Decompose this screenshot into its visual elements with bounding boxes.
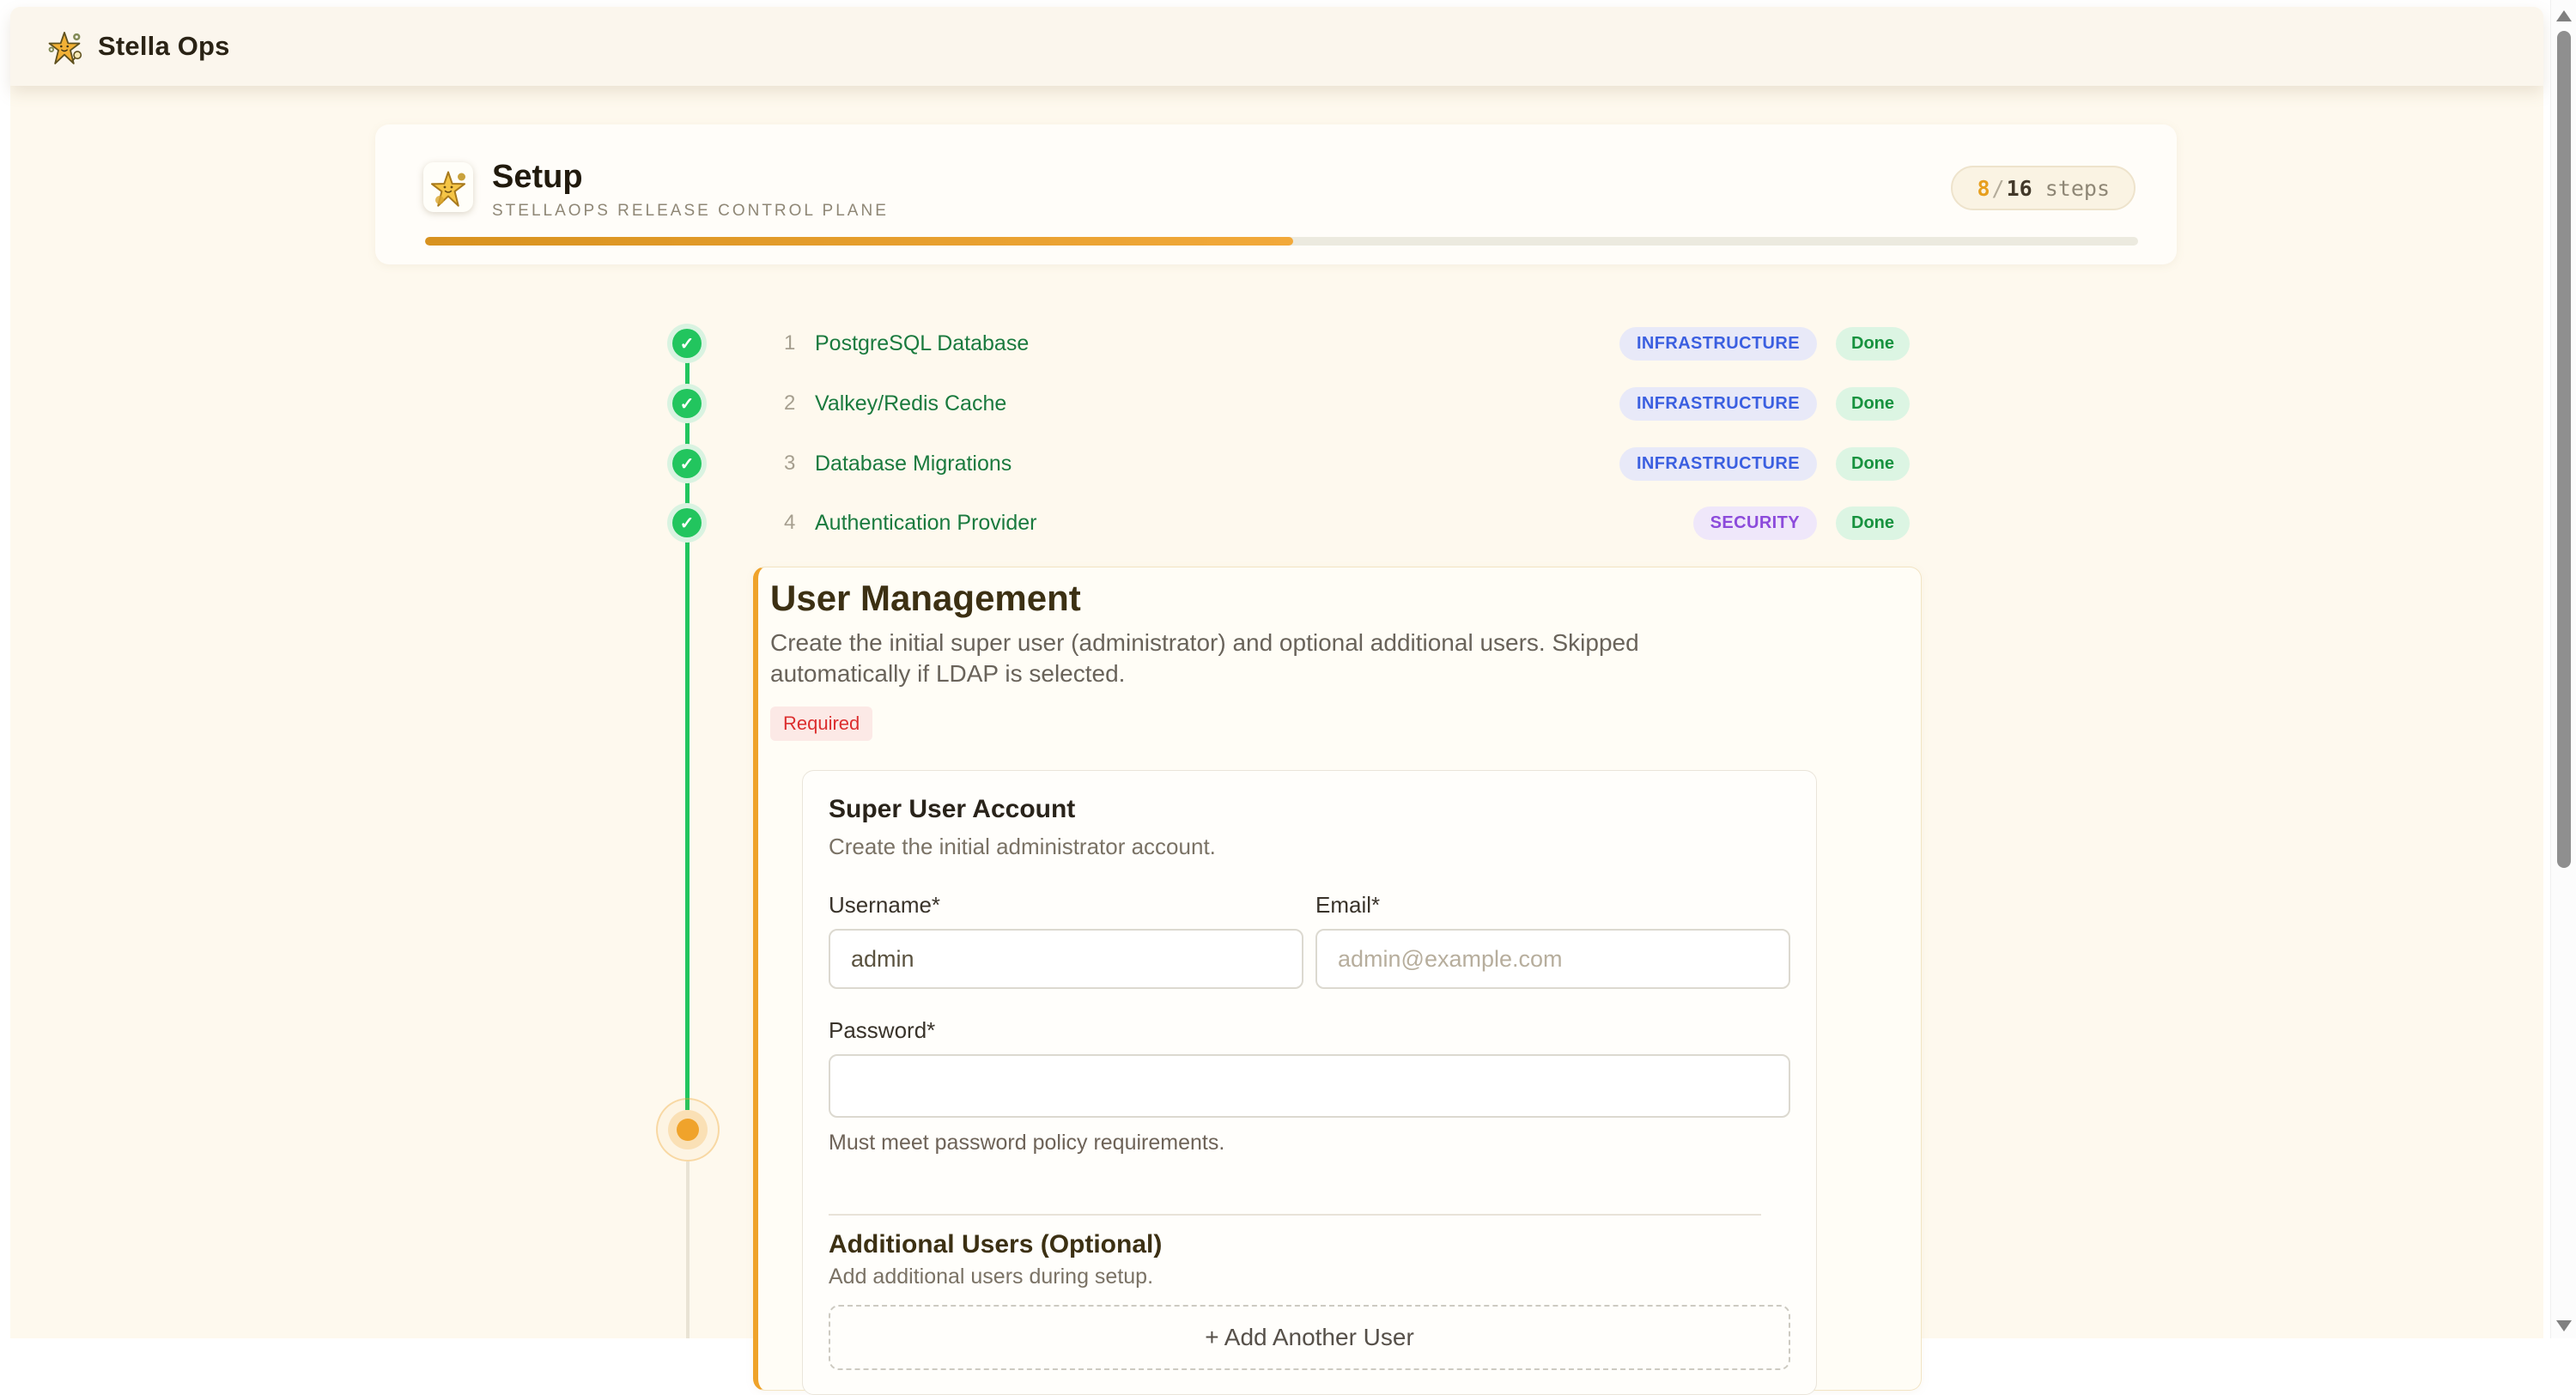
status-badge: Done: [1836, 506, 1910, 540]
username-label: Username*: [829, 891, 1303, 919]
current-step-description: Create the initial super user (administr…: [770, 628, 1771, 689]
section-divider: [829, 1214, 1761, 1216]
steps-separator: /: [1990, 176, 2007, 201]
scrollbar-down-arrow-icon[interactable]: [2556, 1320, 2572, 1331]
username-field[interactable]: [829, 929, 1303, 989]
category-badge: INFRASTRUCTURE: [1619, 387, 1817, 421]
step-title: PostgreSQL Database: [815, 331, 1029, 356]
setup-progress-bar: [425, 237, 2138, 246]
current-step-title: User Management: [770, 578, 1886, 619]
step-number: 3: [753, 452, 791, 476]
check-icon: ✓: [672, 449, 702, 478]
setup-progress-fill: [425, 237, 1293, 246]
additional-users-subheading: Add additional users during setup.: [829, 1264, 1790, 1289]
check-icon: ✓: [672, 508, 702, 537]
steps-done-count: 8: [1977, 176, 1990, 201]
category-badge: INFRASTRUCTURE: [1619, 447, 1817, 481]
step-number: 2: [753, 391, 791, 415]
additional-users-heading: Additional Users (Optional): [829, 1229, 1790, 1260]
step-row-db-migrations[interactable]: 3 Database Migrations INFRASTRUCTURE Don…: [753, 435, 1910, 492]
password-hint: Must meet password policy requirements.: [829, 1130, 1790, 1155]
step-title: Database Migrations: [815, 452, 1012, 476]
check-icon: ✓: [672, 329, 702, 358]
step-number: 4: [753, 511, 791, 535]
star-mascot-icon: [427, 166, 470, 209]
step-row-auth-provider[interactable]: 4 Authentication Provider SECURITY Done: [753, 494, 1910, 551]
steps-suffix: steps: [2032, 176, 2110, 201]
email-label: Email*: [1315, 891, 1790, 919]
step-title: Authentication Provider: [815, 511, 1036, 536]
status-badge: Done: [1836, 447, 1910, 481]
step-row-valkey-redis[interactable]: 2 Valkey/Redis Cache INFRASTRUCTURE Done: [753, 375, 1910, 432]
add-another-user-button[interactable]: + Add Another User: [829, 1305, 1790, 1370]
top-navigation-bar: Stella Ops: [10, 7, 2543, 86]
vertical-scrollbar: [2550, 0, 2576, 1338]
status-badge: Done: [1836, 387, 1910, 421]
step-number: 1: [753, 331, 791, 355]
check-icon: ✓: [672, 389, 702, 418]
required-badge: Required: [770, 707, 872, 741]
super-user-form-card: Super User Account Create the initial ad…: [802, 770, 1817, 1395]
setup-subtitle: STELLAOPS RELEASE CONTROL PLANE: [492, 202, 889, 221]
status-badge: Done: [1836, 327, 1910, 361]
super-user-heading: Super User Account: [829, 795, 1790, 824]
app-container: Stella Ops Setup STELLAOPS RELEASE CONTR…: [10, 7, 2543, 1338]
setup-header-card: Setup STELLAOPS RELEASE CONTROL PLANE 8 …: [375, 124, 2177, 264]
step-row-postgresql[interactable]: 1 PostgreSQL Database INFRASTRUCTURE Don…: [753, 315, 1910, 372]
stellaops-logo-icon: [45, 27, 84, 66]
password-field[interactable]: [829, 1054, 1790, 1118]
step-title: Valkey/Redis Cache: [815, 391, 1006, 416]
scrollbar-up-arrow-icon[interactable]: [2556, 10, 2572, 21]
steps-count-badge: 8 / 16 steps: [1951, 166, 2136, 210]
steps-total-count: 16: [2007, 176, 2032, 201]
category-badge: SECURITY: [1693, 506, 1817, 540]
timeline-upcoming-line: [686, 1161, 690, 1338]
password-label: Password*: [829, 1016, 1790, 1044]
scrollbar-thumb[interactable]: [2557, 31, 2571, 868]
setup-logo-tile: [423, 162, 473, 212]
current-step-marker-dot: [677, 1119, 699, 1141]
super-user-subheading: Create the initial administrator account…: [829, 833, 1790, 860]
email-field[interactable]: [1315, 929, 1790, 989]
app-title: Stella Ops: [98, 31, 230, 62]
setup-title: Setup: [492, 159, 889, 195]
category-badge: INFRASTRUCTURE: [1619, 327, 1817, 361]
user-management-card: User Management Create the initial super…: [753, 567, 1922, 1391]
